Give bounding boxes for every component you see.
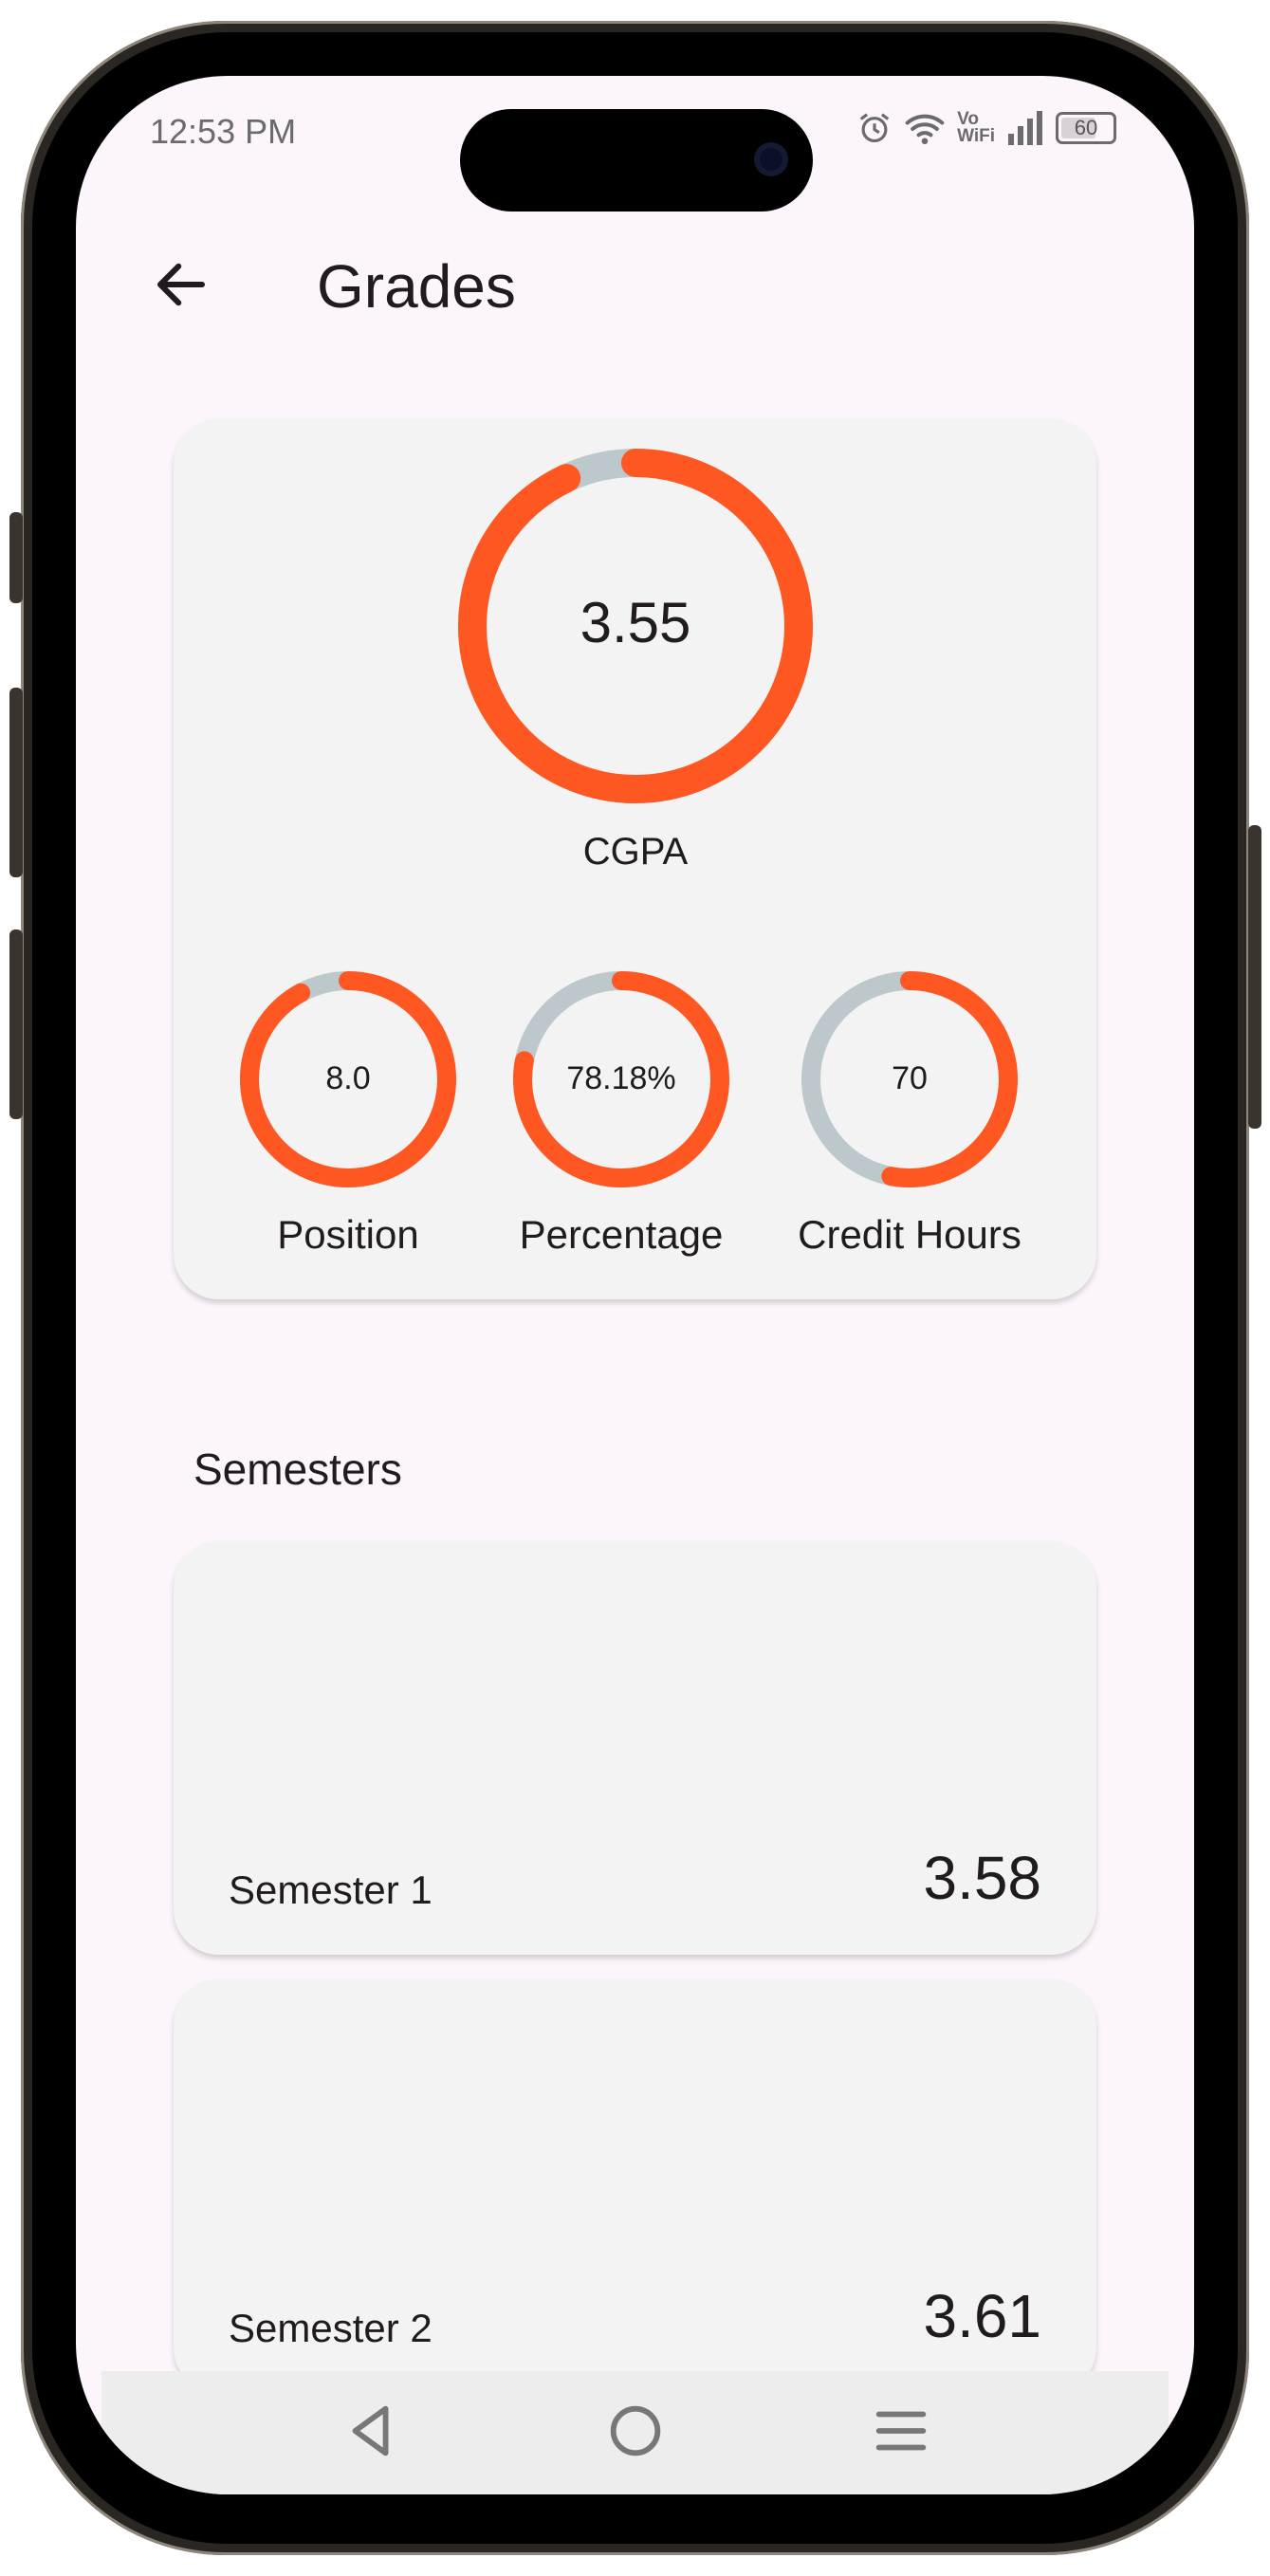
status-icons: Vo WiFi 60 [856,110,1116,146]
side-button [9,929,23,1119]
percentage-value: 78.18% [566,1060,676,1096]
summary-card: 3.55 CGPA 8.0 Position 78.18% Percentage… [174,419,1096,1299]
vowifi-label: Vo WiFi [957,109,995,146]
camera-icon [754,142,788,176]
semester-card[interactable]: Semester 1 3.58 [174,1541,1096,1955]
cgpa-value: 3.55 [580,591,691,654]
signal-icon [1008,111,1042,145]
semester-gpa: 3.58 [923,1844,1041,1912]
page-title: Grades [317,252,516,321]
position-label: Position [277,1212,419,1257]
nav-back-icon[interactable] [339,2398,405,2464]
wifi-icon [905,114,945,145]
semester-label: Semester 2 [229,2306,433,2350]
dynamic-island [460,109,813,212]
semester-label: Semester 1 [229,1868,433,1912]
battery-level: 60 [1074,116,1098,139]
alarm-icon [859,113,890,143]
percentage-label: Percentage [519,1212,724,1257]
side-button [9,512,23,603]
credit-hours-value: 70 [892,1060,928,1096]
system-nav-bar [101,2371,1169,2494]
status-time: 12:53 PM [150,112,297,151]
side-button [1248,825,1261,1129]
side-button [9,688,23,877]
nav-menu-icon[interactable] [868,2398,934,2464]
semester-gpa: 3.61 [923,2282,1041,2350]
cgpa-label: CGPA [582,831,689,873]
semesters-heading: Semesters [193,1444,402,1494]
semester-card[interactable]: Semester 2 3.61 [174,1979,1096,2393]
position-value: 8.0 [325,1060,371,1096]
credit-hours-label: Credit Hours [798,1212,1022,1257]
app-bar: Grades [76,232,1194,337]
app-screen: 12:53 PM Vo WiFi 60 Grades 3.55 CGPA 8.0… [76,76,1194,2494]
battery-icon: 60 [1056,112,1116,144]
nav-home-icon[interactable] [602,2398,669,2464]
back-arrow-icon[interactable] [150,253,212,316]
